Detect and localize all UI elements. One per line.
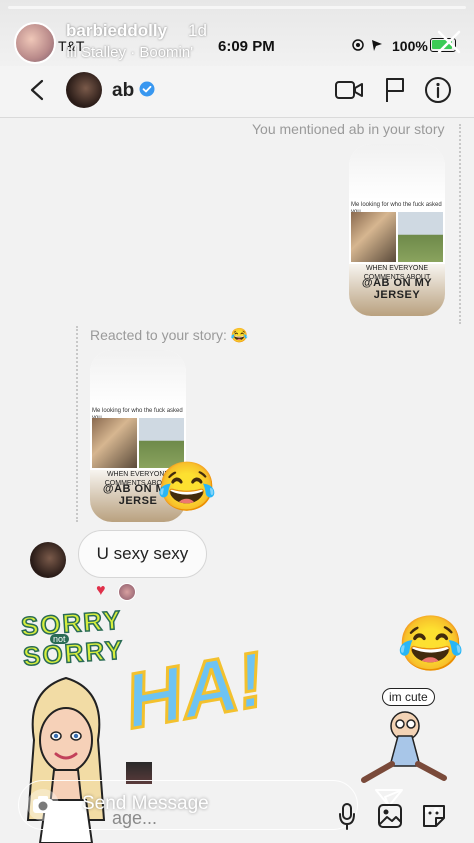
reply-thread-line bbox=[76, 326, 78, 522]
message-bubble[interactable]: U sexy sexy bbox=[78, 530, 207, 578]
status-icons bbox=[352, 38, 386, 55]
composer-background-text: age... bbox=[112, 808, 158, 828]
story-time-ago: 1d bbox=[188, 21, 207, 40]
reactor-avatar bbox=[118, 583, 136, 601]
story-username[interactable]: barbieddolly bbox=[66, 21, 167, 41]
reply-thread-line bbox=[459, 124, 461, 324]
story-user-avatar[interactable] bbox=[14, 22, 56, 64]
video-call-icon[interactable] bbox=[334, 78, 364, 102]
gallery-icon[interactable] bbox=[376, 802, 404, 830]
flag-icon[interactable] bbox=[384, 76, 406, 104]
sorry-not-sorry-sticker: SORRY SORRY bbox=[19, 604, 126, 673]
story-photo-right bbox=[398, 212, 443, 262]
reaction-note: Reacted to your story: 😂 bbox=[90, 327, 249, 343]
story-frame: T&T 6:09 PM 100% barbieddolly 1d Ill Sta… bbox=[0, 0, 474, 843]
mention-note: You mentioned ab in your story bbox=[252, 121, 445, 137]
story-progress-bar bbox=[8, 6, 466, 9]
shared-story-card[interactable]: Me looking for who the fuck asked you WH… bbox=[349, 144, 445, 316]
sticker-text: not bbox=[50, 634, 69, 644]
cute-character-sticker bbox=[361, 711, 447, 783]
message-text: U sexy sexy bbox=[96, 544, 189, 563]
heart-reaction-icon[interactable]: ♥ bbox=[96, 582, 106, 600]
microphone-icon[interactable] bbox=[338, 802, 356, 830]
camera-icon[interactable] bbox=[26, 788, 60, 822]
back-chevron-icon[interactable] bbox=[26, 78, 50, 102]
story-photo-left bbox=[92, 418, 137, 468]
ha-sticker: HA! bbox=[117, 633, 272, 747]
verified-badge-icon bbox=[139, 81, 155, 97]
info-icon[interactable] bbox=[424, 76, 452, 104]
chat-username[interactable]: ab bbox=[112, 80, 134, 102]
status-time: 6:09 PM bbox=[218, 38, 275, 55]
laughing-emoji-reaction: 😂 bbox=[157, 461, 217, 514]
laughing-emoji-sticker: 😂 bbox=[397, 614, 465, 674]
chat-avatar[interactable] bbox=[66, 72, 102, 108]
location-icon bbox=[352, 39, 382, 51]
sender-avatar[interactable] bbox=[30, 542, 66, 578]
sticker-icon[interactable] bbox=[420, 802, 448, 830]
story-handle: @AB ON MY JERSEY bbox=[361, 277, 433, 301]
story-music-label[interactable]: Ill Stalley · Boomin' bbox=[66, 44, 193, 61]
battery-percent: 100% bbox=[392, 38, 428, 54]
im-cute-sticker: im cute bbox=[382, 688, 435, 706]
story-photo-left bbox=[351, 212, 396, 262]
sticker-text: SORRY bbox=[21, 634, 126, 673]
close-icon[interactable] bbox=[434, 27, 464, 57]
chat-header: ab bbox=[0, 66, 474, 118]
